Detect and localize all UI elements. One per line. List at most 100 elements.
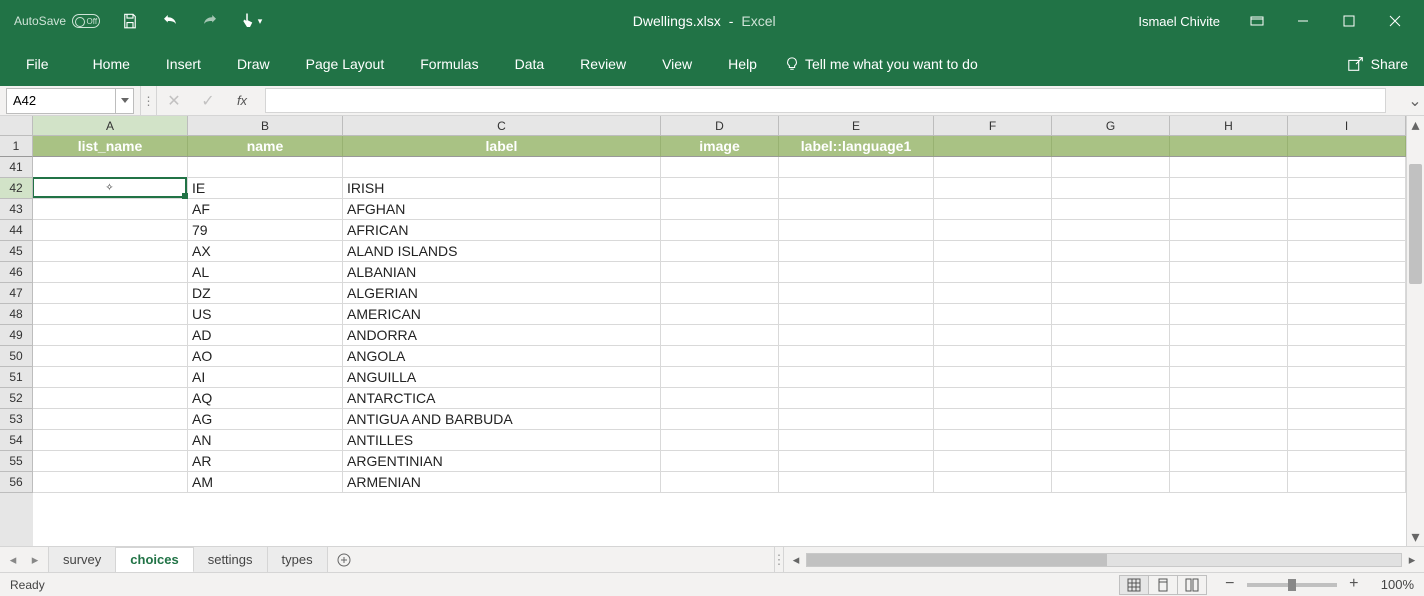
cell-E54[interactable] — [779, 430, 934, 451]
sheet-tab-survey[interactable]: survey — [49, 547, 116, 572]
header-cell-H[interactable] — [1170, 136, 1288, 157]
cell-C56[interactable]: ARMENIAN — [343, 472, 661, 493]
cell-C53[interactable]: ANTIGUA AND BARBUDA — [343, 409, 661, 430]
cell-E53[interactable] — [779, 409, 934, 430]
scroll-up-arrow[interactable]: ▴ — [1407, 116, 1424, 134]
sheet-tab-types[interactable]: types — [268, 547, 328, 572]
cell-B47[interactable]: DZ — [188, 283, 343, 304]
sheet-nav-next[interactable]: ▸ — [24, 552, 46, 568]
v-scroll-track[interactable] — [1407, 134, 1424, 528]
header-cell-G[interactable] — [1052, 136, 1170, 157]
cell-A54[interactable] — [33, 430, 188, 451]
cell-G49[interactable] — [1052, 325, 1170, 346]
zoom-slider[interactable] — [1247, 583, 1337, 587]
ribbon-display-button[interactable] — [1234, 0, 1280, 42]
cell-G55[interactable] — [1052, 451, 1170, 472]
cell-A51[interactable] — [33, 367, 188, 388]
cell-D50[interactable] — [661, 346, 779, 367]
header-cell-C[interactable]: label — [343, 136, 661, 157]
cell-F50[interactable] — [934, 346, 1052, 367]
cell-C55[interactable]: ARGENTINIAN — [343, 451, 661, 472]
row-header-50[interactable]: 50 — [0, 346, 33, 367]
cell-I49[interactable] — [1288, 325, 1406, 346]
toggle-switch-icon[interactable]: Off — [72, 14, 100, 28]
cell-E46[interactable] — [779, 262, 934, 283]
cell-H49[interactable] — [1170, 325, 1288, 346]
cell-A56[interactable] — [33, 472, 188, 493]
cell-I44[interactable] — [1288, 220, 1406, 241]
cell-E45[interactable] — [779, 241, 934, 262]
cell-I56[interactable] — [1288, 472, 1406, 493]
view-page-break-button[interactable] — [1177, 575, 1207, 595]
vertical-scrollbar[interactable]: ▴ ▾ — [1406, 116, 1424, 546]
row-header-51[interactable]: 51 — [0, 367, 33, 388]
cell-F44[interactable] — [934, 220, 1052, 241]
col-header-B[interactable]: B — [188, 116, 343, 136]
sheet-tab-choices[interactable]: choices — [116, 547, 193, 573]
minimize-button[interactable] — [1280, 0, 1326, 42]
cell-C42[interactable]: IRISH — [343, 178, 661, 199]
tab-review[interactable]: Review — [562, 42, 644, 86]
cell-E42[interactable] — [779, 178, 934, 199]
close-button[interactable] — [1372, 0, 1418, 42]
cell-D41[interactable] — [661, 157, 779, 178]
cell-H53[interactable] — [1170, 409, 1288, 430]
insert-function-button[interactable]: fx — [225, 86, 259, 115]
cell-C41[interactable] — [343, 157, 661, 178]
header-cell-F[interactable] — [934, 136, 1052, 157]
cell-A45[interactable] — [33, 241, 188, 262]
cell-I52[interactable] — [1288, 388, 1406, 409]
cell-I50[interactable] — [1288, 346, 1406, 367]
cell-I53[interactable] — [1288, 409, 1406, 430]
cell-C47[interactable]: ALGERIAN — [343, 283, 661, 304]
autosave-toggle[interactable]: AutoSave Off — [14, 14, 100, 28]
cell-A46[interactable] — [33, 262, 188, 283]
cell-F42[interactable] — [934, 178, 1052, 199]
cell-F49[interactable] — [934, 325, 1052, 346]
cell-H52[interactable] — [1170, 388, 1288, 409]
share-button[interactable]: Share — [1347, 55, 1424, 73]
cell-D47[interactable] — [661, 283, 779, 304]
cell-E56[interactable] — [779, 472, 934, 493]
tab-insert[interactable]: Insert — [148, 42, 219, 86]
cell-F51[interactable] — [934, 367, 1052, 388]
cell-A49[interactable] — [33, 325, 188, 346]
cell-A53[interactable] — [33, 409, 188, 430]
cell-G54[interactable] — [1052, 430, 1170, 451]
cell-H48[interactable] — [1170, 304, 1288, 325]
cell-B50[interactable]: AO — [188, 346, 343, 367]
zoom-out-button[interactable]: − — [1221, 576, 1239, 594]
col-header-E[interactable]: E — [779, 116, 934, 136]
horizontal-scrollbar[interactable]: ◂ ▸ — [784, 547, 1424, 572]
cell-H51[interactable] — [1170, 367, 1288, 388]
cell-E47[interactable] — [779, 283, 934, 304]
cell-E44[interactable] — [779, 220, 934, 241]
h-scroll-track[interactable] — [806, 553, 1402, 567]
cell-D46[interactable] — [661, 262, 779, 283]
sheet-nav-prev[interactable]: ◂ — [2, 552, 24, 568]
cell-D42[interactable] — [661, 178, 779, 199]
cell-D52[interactable] — [661, 388, 779, 409]
cell-E48[interactable] — [779, 304, 934, 325]
cell-C52[interactable]: ANTARCTICA — [343, 388, 661, 409]
cell-E51[interactable] — [779, 367, 934, 388]
formula-input[interactable] — [265, 88, 1386, 113]
cell-H41[interactable] — [1170, 157, 1288, 178]
cell-F47[interactable] — [934, 283, 1052, 304]
row-header-1[interactable]: 1 — [0, 136, 33, 157]
row-header-49[interactable]: 49 — [0, 325, 33, 346]
h-scroll-thumb[interactable] — [807, 554, 1107, 566]
cell-I55[interactable] — [1288, 451, 1406, 472]
cell-A44[interactable] — [33, 220, 188, 241]
cell-A41[interactable] — [33, 157, 188, 178]
col-header-C[interactable]: C — [343, 116, 661, 136]
cell-A50[interactable] — [33, 346, 188, 367]
cell-B54[interactable]: AN — [188, 430, 343, 451]
zoom-value[interactable]: 100% — [1381, 577, 1414, 592]
cell-F56[interactable] — [934, 472, 1052, 493]
cell-E43[interactable] — [779, 199, 934, 220]
touch-mouse-mode-button[interactable]: ▾ — [230, 0, 270, 42]
cell-H50[interactable] — [1170, 346, 1288, 367]
cell-G52[interactable] — [1052, 388, 1170, 409]
tell-me-search[interactable]: Tell me what you want to do — [785, 56, 978, 72]
